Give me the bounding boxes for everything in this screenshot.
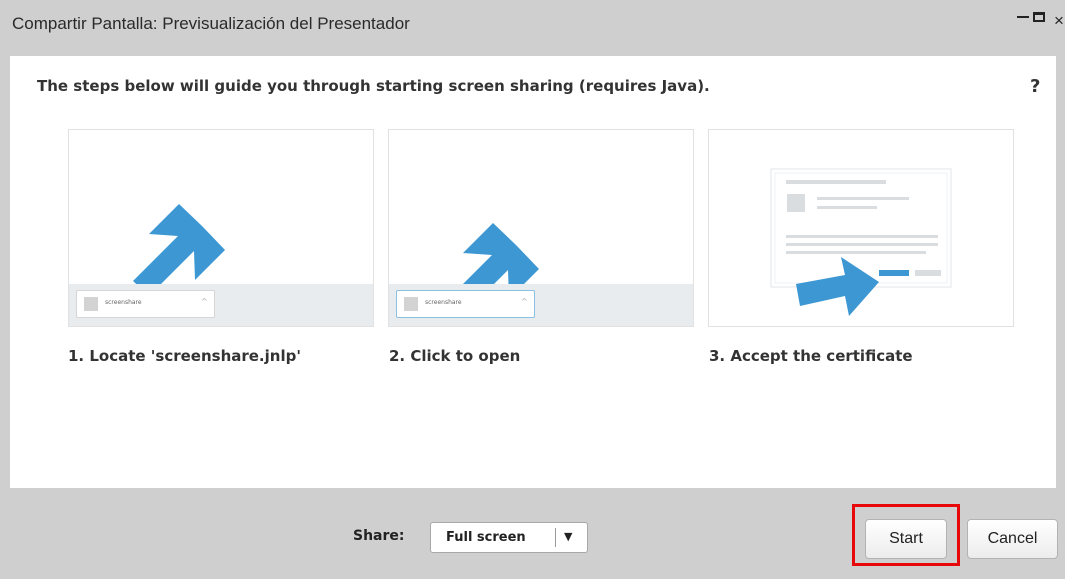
download-bar: screenshare ^	[389, 284, 693, 326]
dialog-window: Compartir Pantalla: Previsualización del…	[0, 0, 1065, 579]
dropdown-divider	[555, 528, 556, 547]
file-icon	[404, 297, 418, 311]
chevron-up-icon: ^	[521, 297, 528, 306]
download-name: screenshare	[105, 299, 142, 306]
title-bar: Compartir Pantalla: Previsualización del…	[0, 0, 1065, 56]
step-3-caption: 3. Accept the certificate	[709, 347, 913, 365]
step-3-illustration	[708, 129, 1014, 327]
start-button[interactable]: Start	[865, 519, 947, 559]
download-name: screenshare	[425, 299, 462, 306]
window-title: Compartir Pantalla: Previsualización del…	[12, 14, 410, 33]
share-selected-value: Full screen	[446, 530, 526, 545]
maximize-icon[interactable]	[1033, 12, 1045, 22]
download-chip: screenshare ^	[396, 290, 535, 318]
content-area: The steps below will guide you through s…	[10, 56, 1056, 488]
dropdown-caret-icon[interactable]: ▼	[564, 530, 572, 543]
step-2-illustration: screenshare ^	[388, 129, 694, 327]
share-label: Share:	[353, 528, 405, 544]
step-2-caption: 2. Click to open	[389, 347, 521, 365]
intro-text: The steps below will guide you through s…	[37, 77, 710, 95]
close-icon[interactable]: ×	[1054, 11, 1064, 31]
share-dropdown[interactable]: Full screen ▼	[430, 522, 588, 553]
minimize-icon[interactable]	[1017, 16, 1029, 18]
help-icon[interactable]: ?	[1030, 76, 1040, 97]
certificate-dialog-illustration	[770, 168, 952, 316]
cancel-button[interactable]: Cancel	[967, 519, 1058, 559]
chevron-up-icon: ^	[201, 297, 208, 306]
download-bar: screenshare ^	[69, 284, 373, 326]
file-icon	[84, 297, 98, 311]
step-1-caption: 1. Locate 'screenshare.jnlp'	[68, 347, 301, 365]
step-1-illustration: screenshare ^	[68, 129, 374, 327]
footer-bar: Share: Full screen ▼ Start Cancel	[0, 488, 1065, 579]
download-chip: screenshare ^	[76, 290, 215, 318]
